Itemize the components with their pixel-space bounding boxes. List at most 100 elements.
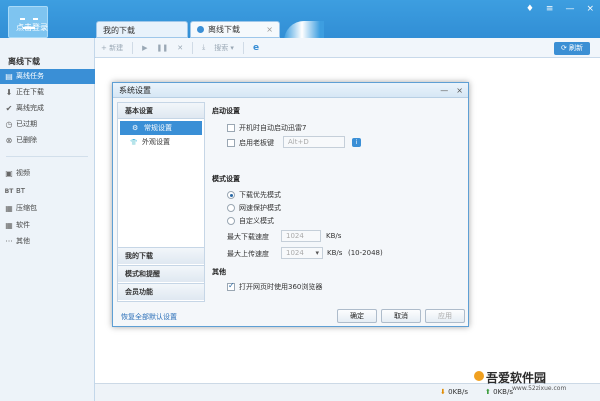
watermark-brand: 吾爱软件园	[486, 371, 547, 385]
cancel-button[interactable]: 取消	[381, 309, 421, 323]
open-page-label: 打开网页时使用360浏览器	[239, 283, 323, 291]
nav-section-my-downloads[interactable]: 我的下载	[118, 247, 204, 264]
toolbar-separator	[192, 41, 194, 54]
watermark-url: www.52zixue.com	[512, 385, 567, 392]
sidebar-item-label: 其他	[16, 237, 30, 245]
max-download-unit: KB/s	[326, 232, 342, 240]
open-page-option[interactable]: 打开网页时使用360浏览器	[227, 281, 323, 292]
boss-key-field[interactable]: Alt+D	[283, 136, 345, 148]
max-upload-label: 最大上传速度	[227, 250, 269, 258]
mode-option-custom[interactable]: 自定义模式	[227, 216, 274, 226]
nav-section-vip[interactable]: 会员功能	[118, 283, 204, 300]
tab-close-icon[interactable]: ×	[266, 25, 273, 34]
archive-icon: ▦	[5, 204, 13, 213]
sidebar-item-bt[interactable]: BT BT	[0, 184, 95, 199]
tab-logo-icon	[197, 26, 204, 33]
toolbar: + 新建 ▶ ❚❚ ✕ ⤓ 搜索 ▾ e	[95, 38, 600, 58]
new-task-button[interactable]: + 新建	[101, 43, 123, 53]
toolbar-separator	[242, 41, 244, 54]
sidebar-item-deleted[interactable]: ⊗ 已删除	[0, 133, 95, 148]
nav-section-basic[interactable]: 基本设置	[118, 103, 204, 119]
menu-icon[interactable]: ≡	[546, 4, 554, 14]
max-upload-range: (10-2048)	[348, 249, 383, 257]
sidebar-item-expired[interactable]: ◷ 已过期	[0, 117, 95, 132]
sidebar-item-completed[interactable]: ✔ 离线完成	[0, 101, 95, 116]
sidebar-item-offline-tasks[interactable]: ▤ 离线任务	[0, 69, 95, 84]
sidebar-item-archive[interactable]: ▦ 压缩包	[0, 201, 95, 216]
startup-section-title: 启动设置	[212, 107, 240, 115]
sidebar-item-label: 离线完成	[16, 104, 44, 112]
sidebar-item-label: 离线任务	[16, 72, 44, 80]
tab-label: 离线下载	[208, 25, 240, 34]
sidebar-item-other[interactable]: ··· 其他	[0, 234, 95, 249]
max-download-field[interactable]: 1024	[281, 230, 321, 242]
mode-radio[interactable]	[227, 217, 235, 225]
sidebar-item-label: BT	[16, 187, 26, 195]
download-speed-icon: ⬇	[440, 388, 446, 396]
delete-icon[interactable]: ✕	[177, 44, 183, 52]
minimize-icon[interactable]: —	[565, 4, 574, 14]
close-icon[interactable]: ×	[586, 4, 594, 14]
task-list-icon: ▤	[5, 72, 13, 81]
gear-icon: ⚙	[132, 124, 139, 132]
autostart-option[interactable]: 开机时自动启动迅雷7	[227, 123, 306, 133]
info-icon[interactable]: i	[352, 138, 361, 147]
mode-option-label: 自定义模式	[239, 217, 274, 225]
dialog-title: 系统设置	[119, 86, 151, 95]
checkmark-icon: ✔	[5, 104, 13, 113]
login-link[interactable]: 点击登录	[16, 22, 48, 33]
sidebar-item-video[interactable]: ▣ 视频	[0, 166, 95, 181]
sidebar-item-label: 软件	[16, 221, 30, 229]
boss-key-checkbox[interactable]	[227, 139, 235, 147]
apply-button[interactable]: 应用	[425, 309, 465, 323]
sidebar-item-label: 正在下载	[16, 88, 44, 96]
mode-option-download-priority[interactable]: 下载优先模式	[227, 190, 281, 200]
sidebar-item-label: 已过期	[16, 120, 37, 128]
settings-nav: 基本设置 ⚙ 常规设置 👕 外观设置 我的下载 模式和提醒 会员功能	[117, 102, 205, 302]
sidebar-item-downloading[interactable]: ⬇ 正在下载	[0, 85, 95, 100]
max-upload-select[interactable]: 1024 ▾	[281, 247, 323, 259]
autostart-checkbox[interactable]	[227, 124, 235, 132]
settings-dialog: 系统设置 — × 基本设置 ⚙ 常规设置 👕 外观设置 我的下载 模式和提醒 会员功…	[112, 82, 469, 327]
nav-section-mode-reminder[interactable]: 模式和提醒	[118, 265, 204, 282]
mode-option-network-protect[interactable]: 网速保护模式	[227, 203, 281, 213]
bt-icon: BT	[4, 188, 14, 195]
download-speed-value: 0KB/s	[448, 388, 468, 396]
mode-radio[interactable]	[227, 191, 235, 199]
tab-label: 我的下载	[103, 26, 135, 35]
open-page-checkbox[interactable]	[227, 281, 235, 291]
autostart-label: 开机时自动启动迅雷7	[239, 124, 307, 132]
download-speed: ⬇ 0KB/s	[440, 388, 468, 396]
sidebar: 离线下载 ▤ 离线任务 ⬇ 正在下载 ✔ 离线完成 ◷ 已过期 ⊗ 已删除 ▣ …	[0, 38, 95, 401]
boss-key-label: 启用老板键	[239, 139, 274, 147]
download-to-local-icon[interactable]: ⤓	[202, 43, 205, 52]
other-section-title: 其他	[212, 268, 226, 276]
restore-defaults-link[interactable]: 恢复全部默认设置	[121, 312, 177, 322]
nav-item-label: 外观设置	[142, 138, 170, 146]
ok-button[interactable]: 确定	[337, 309, 377, 323]
sidebar-item-label: 压缩包	[16, 204, 37, 212]
tab-offline-download[interactable]: 离线下载 ×	[190, 21, 280, 38]
max-download-label: 最大下载速度	[227, 233, 269, 241]
dialog-close-icon[interactable]: ×	[456, 83, 463, 98]
tab-my-downloads[interactable]: 我的下载	[96, 21, 188, 38]
more-dropdown[interactable]: 搜索 ▾	[214, 43, 234, 53]
play-icon[interactable]: ▶	[142, 44, 147, 52]
ie-icon[interactable]: e	[253, 43, 259, 53]
sidebar-item-label: 视频	[16, 169, 30, 177]
mode-option-label: 下载优先模式	[239, 191, 281, 199]
nav-item-general[interactable]: ⚙ 常规设置	[120, 121, 202, 135]
refresh-button[interactable]: ⟳ 刷新	[554, 42, 590, 55]
sidebar-title: 离线下载	[8, 57, 40, 66]
mode-radio[interactable]	[227, 204, 235, 212]
nav-item-appearance[interactable]: 👕 外观设置	[118, 135, 204, 149]
skin-icon[interactable]: ♦	[526, 4, 534, 14]
deleted-icon: ⊗	[5, 136, 13, 145]
dialog-minimize-icon[interactable]: —	[440, 83, 448, 98]
pause-icon[interactable]: ❚❚	[156, 44, 168, 52]
boss-key-option[interactable]: 启用老板键	[227, 138, 274, 148]
sidebar-item-software[interactable]: ▦ 软件	[0, 218, 95, 233]
sidebar-item-label: 已删除	[16, 136, 37, 144]
refresh-label: 刷新	[569, 44, 584, 52]
watermark: 吾爱软件园 www.52zixue.com	[474, 347, 594, 397]
